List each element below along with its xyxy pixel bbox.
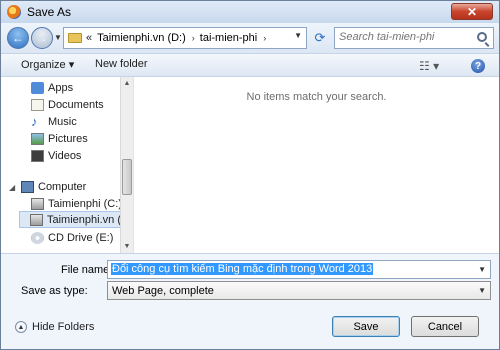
scroll-down-icon[interactable]: ▼ — [121, 240, 133, 253]
breadcrumb-separator-icon[interactable]: › — [192, 33, 195, 43]
music-icon: ♪ — [31, 113, 38, 129]
new-folder-button[interactable]: New folder — [95, 58, 148, 70]
apps-icon — [31, 81, 44, 94]
file-name-chevron-icon[interactable]: ▼ — [478, 265, 486, 274]
breadcrumb-drive[interactable]: Taimienphi.vn (D:) — [97, 32, 186, 44]
nav-item-videos[interactable]: Videos — [31, 147, 81, 164]
nav-item-pictures[interactable]: Pictures — [31, 130, 88, 147]
file-name-value[interactable]: Đổi công cụ tìm kiếm Bing mặc định trong… — [111, 263, 374, 275]
collapse-chevron-icon[interactable]: ◢ — [9, 183, 15, 192]
cd-icon — [31, 231, 44, 244]
refresh-button[interactable]: ⟳ — [310, 28, 330, 48]
empty-message: No items match your search. — [246, 91, 387, 103]
nav-item-label: Pictures — [48, 132, 88, 145]
drive-icon — [30, 213, 43, 226]
nav-item-label: Apps — [48, 81, 74, 94]
documents-icon — [31, 98, 44, 111]
hide-folders-label: Hide Folders — [32, 321, 95, 333]
nav-scrollbar[interactable]: ▲ ▼ — [120, 77, 133, 253]
nav-item-label: CD Drive (E:) — [48, 231, 114, 244]
drive-icon — [31, 197, 44, 210]
close-button[interactable]: ✕ — [451, 3, 493, 20]
videos-icon — [31, 149, 44, 162]
nav-item-drive-d[interactable]: Taimienphi.vn (D — [19, 211, 129, 228]
nav-item-cd-drive[interactable]: CD Drive (E:) — [31, 229, 113, 246]
nav-item-computer[interactable]: Computer — [21, 178, 86, 195]
forward-button[interactable]: → — [31, 27, 53, 49]
address-row: ← → ▼ « Taimienphi.vn (D:) › tai-mien-ph… — [1, 23, 499, 53]
nav-item-documents[interactable]: Documents — [31, 96, 104, 113]
save-button[interactable]: Save — [332, 316, 400, 337]
nav-item-label: Taimienphi (C:) — [48, 197, 122, 210]
breadcrumb[interactable]: « Taimienphi.vn (D:) › tai-mien-phi › ▼ — [63, 27, 307, 49]
nav-item-music[interactable]: ♪ Music — [31, 113, 77, 130]
recent-pages-chevron-icon[interactable]: ▼ — [54, 33, 62, 42]
nav-item-apps[interactable]: Apps — [31, 79, 73, 96]
file-list[interactable]: No items match your search. — [134, 77, 499, 253]
nav-item-label: Computer — [38, 180, 87, 193]
scroll-up-icon[interactable]: ▲ — [121, 77, 133, 90]
nav-item-label: Videos — [48, 149, 82, 162]
help-button[interactable]: ? — [471, 59, 485, 73]
nav-item-label: Documents — [48, 98, 104, 111]
save-options-panel: File name: Đổi công cụ tìm kiếm Bing mặc… — [1, 253, 499, 349]
save-type-chevron-icon[interactable]: ▼ — [478, 286, 486, 295]
change-view-icon[interactable]: ☷ ▾ — [419, 59, 439, 73]
organize-button[interactable]: Organize ▾ — [21, 58, 74, 71]
save-type-value: Web Page, complete — [112, 285, 214, 297]
nav-item-label: Music — [48, 115, 77, 128]
toolbar: Organize ▾ New folder ☷ ▾ ? — [1, 53, 499, 77]
save-type-select[interactable]: Web Page, complete ▼ — [107, 281, 491, 300]
back-button[interactable]: ← — [7, 27, 29, 49]
breadcrumb-overflow[interactable]: « — [86, 32, 92, 44]
address-history-chevron-icon[interactable]: ▼ — [294, 31, 302, 40]
save-type-label: Save as type: — [21, 285, 88, 297]
nav-item-label: Taimienphi.vn (D — [47, 213, 129, 226]
search-icon[interactable] — [477, 32, 487, 42]
computer-icon — [21, 180, 34, 193]
firefox-icon — [7, 5, 21, 19]
navigation-pane: Apps Documents ♪ Music Pictures Videos ◢… — [1, 77, 133, 253]
collapse-icon: ▲ — [15, 321, 27, 333]
scroll-thumb[interactable] — [122, 159, 132, 195]
breadcrumb-separator-icon[interactable]: › — [263, 33, 266, 43]
file-name-label: File name: — [61, 264, 113, 276]
hide-folders-toggle[interactable]: ▲ Hide Folders — [15, 321, 94, 333]
breadcrumb-folder[interactable]: tai-mien-phi — [200, 32, 257, 44]
nav-item-drive-c[interactable]: Taimienphi (C:) — [31, 195, 122, 212]
folder-icon — [68, 33, 82, 43]
cancel-button[interactable]: Cancel — [411, 316, 479, 337]
search-input[interactable] — [339, 31, 473, 43]
file-name-field[interactable]: Đổi công cụ tìm kiếm Bing mặc định trong… — [107, 260, 491, 279]
pictures-icon — [31, 132, 44, 145]
title-bar: Save As ✕ — [1, 1, 499, 23]
search-box[interactable] — [334, 27, 494, 49]
save-as-dialog: Save As ✕ ← → ▼ « Taimienphi.vn (D:) › t… — [0, 0, 500, 350]
window-title: Save As — [27, 5, 72, 19]
